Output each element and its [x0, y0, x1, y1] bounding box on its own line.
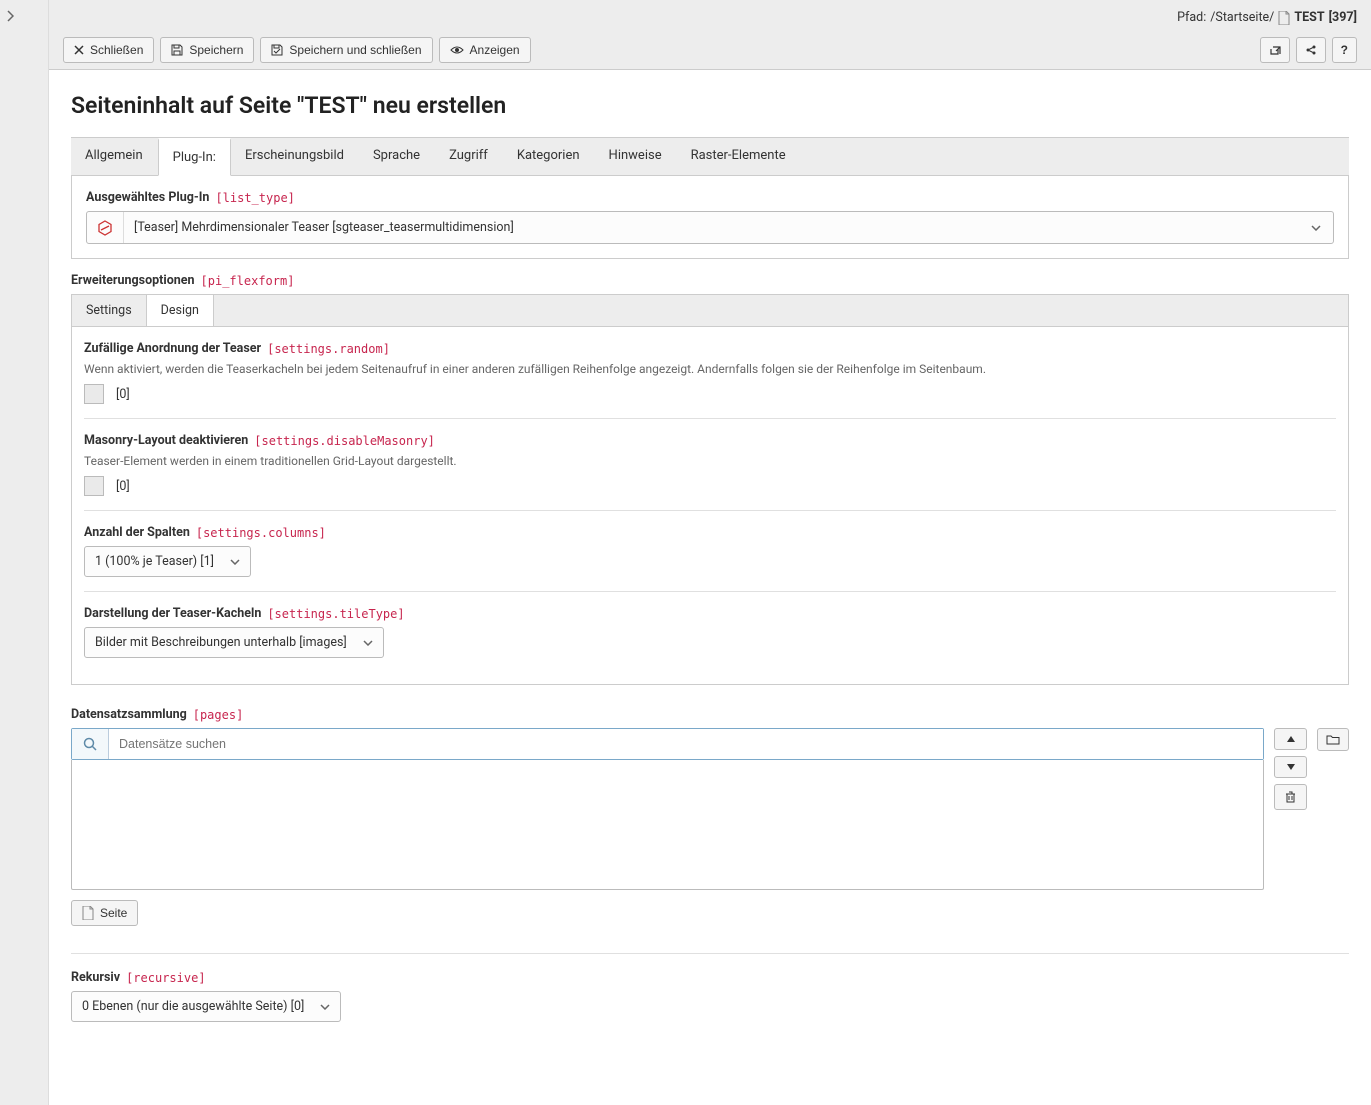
recursive-value: 0 Ebenen (nur die ausgewählte Seite) [0] [82, 999, 304, 1014]
masonry-label: Masonry-Layout deaktivieren [84, 433, 248, 448]
tab-kategorien[interactable]: Kategorien [503, 138, 595, 175]
close-label: Schließen [90, 43, 143, 57]
tab-allgemein[interactable]: Allgemein [71, 138, 158, 175]
random-checkbox[interactable] [84, 384, 104, 404]
columns-value: 1 (100% je Teaser) [1] [95, 554, 214, 569]
subtab-settings[interactable]: Settings [72, 295, 146, 326]
columns-code: [settings.columns] [196, 526, 326, 540]
chevron-down-icon [1311, 225, 1321, 231]
chevron-down-icon [230, 559, 240, 565]
tab-sprache[interactable]: Sprache [359, 138, 435, 175]
columns-label: Anzahl der Spalten [84, 525, 190, 540]
tab-plugin[interactable]: Plug-In: [158, 138, 231, 176]
save-label: Speichern [189, 43, 243, 57]
chevron-down-icon [320, 1004, 330, 1010]
tab-erscheinungsbild[interactable]: Erscheinungsbild [231, 138, 359, 175]
view-button[interactable]: Anzeigen [439, 37, 531, 63]
move-down-button[interactable] [1274, 756, 1307, 778]
external-icon [1269, 44, 1281, 56]
triangle-down-icon [1286, 763, 1296, 771]
page-add-label: Seite [100, 906, 127, 920]
masonry-help: Teaser-Element werden in einem tradition… [84, 454, 1336, 468]
sub-tabs: Settings Design [71, 294, 1349, 326]
records-search-input[interactable] [109, 729, 1263, 759]
random-value: [0] [116, 387, 130, 402]
random-help: Wenn aktiviert, werden die Teaserkacheln… [84, 362, 1336, 376]
records-code: [pages] [193, 708, 244, 722]
path-label: Pfad: [1177, 10, 1206, 25]
breadcrumb: Pfad: /Startseite/ TEST [397] [1177, 10, 1357, 25]
file-icon [82, 906, 94, 920]
columns-select[interactable]: 1 (100% je Teaser) [1] [84, 546, 251, 577]
random-code: [settings.random] [267, 342, 390, 356]
masonry-code: [settings.disableMasonry] [254, 434, 435, 448]
random-label: Zufällige Anordnung der Teaser [84, 341, 261, 356]
delete-button[interactable] [1274, 784, 1307, 810]
main-tabs: Allgemein Plug-In: Erscheinungsbild Spra… [71, 137, 1349, 176]
records-label: Datensatzsammlung [71, 707, 187, 722]
open-external-button[interactable] [1260, 37, 1290, 63]
file-icon [1278, 11, 1290, 25]
tiletype-select[interactable]: Bilder mit Beschreibungen unterhalb [ima… [84, 627, 384, 658]
tab-zugriff[interactable]: Zugriff [435, 138, 503, 175]
ext-code: [pi_flexform] [201, 274, 295, 288]
subtab-design[interactable]: Design [146, 295, 214, 326]
recursive-label: Rekursiv [71, 970, 120, 985]
chevron-down-icon [363, 640, 373, 646]
plugin-label: Ausgewähltes Plug-In [86, 190, 209, 205]
expand-sidebar-button[interactable] [0, 0, 20, 26]
save-icon [171, 44, 183, 56]
toolbar: Schließen Speichern Speichern und schlie… [49, 31, 1371, 70]
plugin-select[interactable]: [Teaser] Mehrdimensionaler Teaser [sgtea… [86, 211, 1334, 244]
page-id: [397] [1329, 10, 1357, 25]
save-close-icon [271, 44, 283, 56]
tiletype-code: [settings.tileType] [267, 607, 404, 621]
page-title: Seiteninhalt auf Seite "TEST" neu erstel… [71, 92, 1349, 119]
tiletype-label: Darstellung der Teaser-Kacheln [84, 606, 261, 621]
save-close-button[interactable]: Speichern und schließen [260, 37, 432, 63]
triangle-up-icon [1286, 735, 1296, 743]
folder-icon [1326, 734, 1340, 745]
masonry-checkbox[interactable] [84, 476, 104, 496]
recursive-select[interactable]: 0 Ebenen (nur die ausgewählte Seite) [0] [71, 991, 341, 1022]
page-add-button[interactable]: Seite [71, 900, 138, 926]
tab-raster[interactable]: Raster-Elemente [677, 138, 801, 175]
plugin-value: [Teaser] Mehrdimensionaler Teaser [sgtea… [124, 212, 1299, 243]
move-up-button[interactable] [1274, 728, 1307, 750]
view-label: Anzeigen [470, 43, 520, 57]
share-button[interactable] [1296, 37, 1326, 63]
browse-button[interactable] [1317, 728, 1349, 751]
records-list[interactable] [71, 760, 1264, 890]
page-name: TEST [1294, 10, 1324, 25]
plugin-icon [97, 220, 113, 236]
trash-icon [1285, 791, 1296, 803]
plugin-code: [list_type] [215, 191, 294, 205]
close-icon [74, 45, 84, 55]
recursive-code: [recursive] [126, 971, 205, 985]
ext-label: Erweiterungsoptionen [71, 273, 195, 288]
tiletype-value: Bilder mit Beschreibungen unterhalb [ima… [95, 635, 347, 650]
eye-icon [450, 45, 464, 55]
masonry-value: [0] [116, 479, 130, 494]
tab-hinweise[interactable]: Hinweise [595, 138, 677, 175]
help-button[interactable]: ? [1332, 37, 1357, 63]
share-icon [1305, 44, 1317, 56]
path-value: /Startseite/ [1210, 10, 1274, 25]
save-close-label: Speichern und schließen [289, 43, 421, 57]
close-button[interactable]: Schließen [63, 37, 154, 63]
help-icon: ? [1341, 43, 1348, 57]
search-icon [83, 737, 97, 751]
save-button[interactable]: Speichern [160, 37, 254, 63]
